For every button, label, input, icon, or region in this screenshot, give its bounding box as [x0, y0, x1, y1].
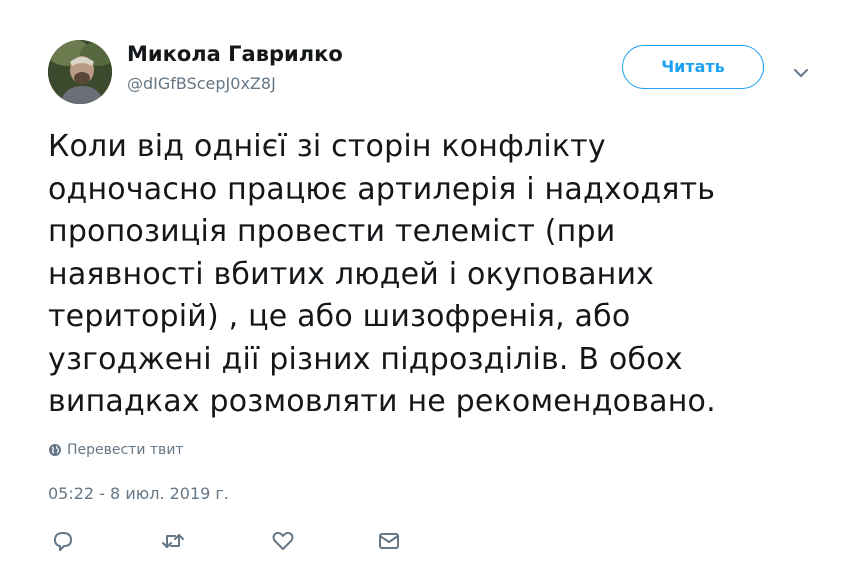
- tweet-text: Коли від однієї зі сторін конфлікту одно…: [48, 126, 828, 424]
- tweet-text-line: випадках розмовляти не рекомендовано.: [48, 384, 716, 419]
- tweet-timestamp[interactable]: 05:22 - 8 июл. 2019 г.: [48, 484, 229, 503]
- chevron-down-icon[interactable]: [788, 60, 814, 86]
- translate-tweet-link[interactable]: Перевести твит: [48, 442, 184, 458]
- reply-icon[interactable]: [50, 528, 76, 554]
- avatar[interactable]: [48, 40, 112, 104]
- translate-label: Перевести твит: [67, 442, 184, 458]
- globe-icon: [49, 444, 61, 456]
- tweet-text-line: одночасно працює артилерія і надходять: [48, 171, 716, 207]
- tweet-card: Микола Гаврилко @dIGfBScepJ0xZ8J Читать …: [0, 0, 850, 576]
- tweet-text-line: узгоджені дії різних підрозділів. В обох: [48, 341, 683, 377]
- author-display-name[interactable]: Микола Гаврилко: [127, 42, 343, 66]
- tweet-text-line: територій) , це або шизофренія, або: [48, 299, 631, 334]
- tweet-text-line: Коли від однієї зі сторін конфлікту: [48, 129, 606, 164]
- author-handle[interactable]: @dIGfBScepJ0xZ8J: [127, 74, 276, 93]
- tweet-text-line: пропозиція провести телеміст (при: [48, 214, 616, 249]
- tweet-text-line: наявності вбитих людей і окупованих: [48, 256, 655, 292]
- direct-message-icon[interactable]: [376, 528, 402, 554]
- follow-button[interactable]: Читать: [622, 45, 764, 89]
- retweet-icon[interactable]: [160, 528, 186, 554]
- like-icon[interactable]: [270, 528, 296, 554]
